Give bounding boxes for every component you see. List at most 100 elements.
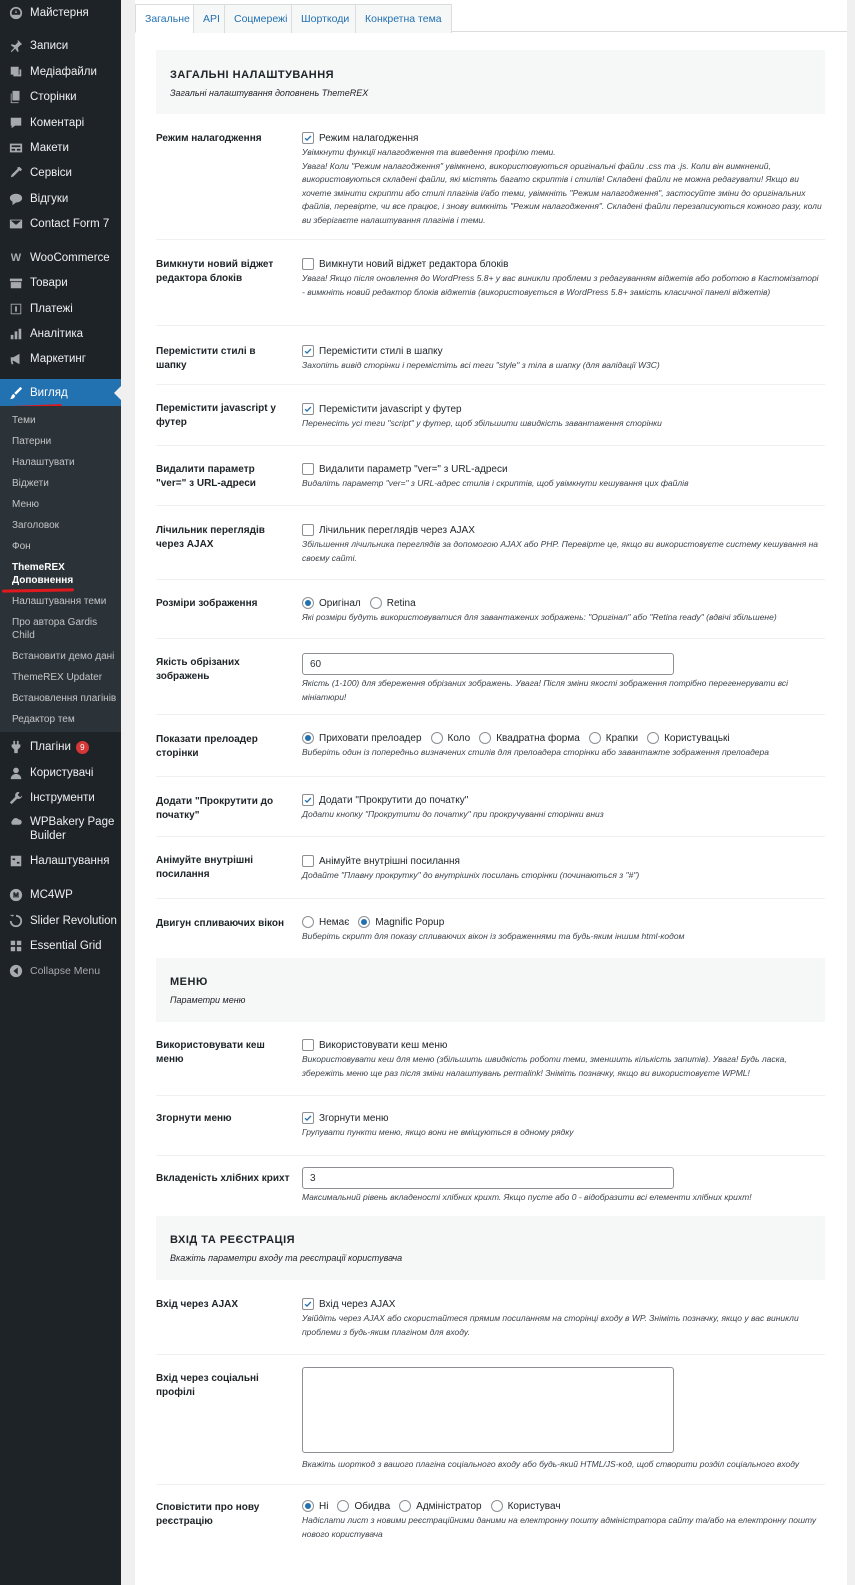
remove-ver-checkbox[interactable]: Видалити параметр "ver=" з URL-адреси: [302, 463, 508, 475]
checkbox-box[interactable]: [302, 1298, 314, 1310]
submenu-item[interactable]: Редактор тем: [12, 713, 117, 726]
radio-notify-both[interactable]: Обидва: [337, 1500, 390, 1512]
checkbox-box[interactable]: [302, 1112, 314, 1124]
animate-anchors-checkbox[interactable]: Анімуйте внутрішні посилання: [302, 855, 460, 867]
move-js-checkbox[interactable]: Перемістити javascript у футер: [302, 403, 462, 415]
scroll-to-top-checkbox[interactable]: Додати "Прокрутити до початку": [302, 794, 468, 806]
tab-general[interactable]: Загальне: [135, 4, 200, 33]
social-login-textarea[interactable]: [302, 1367, 674, 1453]
layouts-icon: [9, 141, 23, 155]
radio-dot[interactable]: [302, 732, 314, 744]
radio-dot[interactable]: [337, 1500, 350, 1512]
tab-shortcodes[interactable]: Шорткоди: [291, 4, 360, 33]
radio-dot[interactable]: [369, 597, 382, 609]
checkbox-box[interactable]: [302, 794, 314, 806]
menu-payments[interactable]: Платежі: [0, 297, 121, 321]
radio-original[interactable]: Оригінал: [302, 597, 361, 609]
checkbox-box[interactable]: [302, 1039, 314, 1051]
debug-mode-checkbox[interactable]: Режим налагодження: [302, 132, 418, 144]
menu-mc4wp[interactable]: MC4WP: [0, 883, 121, 907]
menu-pages[interactable]: Сторінки: [0, 85, 121, 109]
breadcrumbs-depth-input[interactable]: [302, 1167, 674, 1189]
ajax-views-checkbox[interactable]: Лічильник переглядів через AJAX: [302, 524, 475, 536]
menu-analytics[interactable]: Аналітика: [0, 322, 121, 346]
checkbox-box[interactable]: [302, 855, 314, 867]
radio-dot[interactable]: [302, 597, 314, 609]
radio-dot[interactable]: [490, 1500, 503, 1512]
submenu-item[interactable]: Встановити демо дані: [12, 650, 117, 663]
menu-collapse-checkbox[interactable]: Згорнути меню: [302, 1112, 389, 1124]
tab-social[interactable]: Соцмережі: [224, 4, 298, 33]
setting-label: Розміри зображення: [156, 598, 258, 609]
radio-preloader-circle[interactable]: Коло: [430, 732, 470, 744]
image-quality-input[interactable]: [302, 653, 674, 675]
menu-media[interactable]: Медіафайли: [0, 60, 121, 84]
login-ajax-checkbox[interactable]: Вхід через AJAX: [302, 1298, 395, 1310]
radio-popup-none[interactable]: Немає: [302, 916, 349, 928]
media-icon: [9, 65, 23, 79]
menu-users[interactable]: Користувачі: [0, 761, 121, 785]
menu-layouts[interactable]: Макети: [0, 136, 121, 160]
radio-preloader-hide[interactable]: Приховати прелоадер: [302, 732, 422, 744]
submenu-item[interactable]: Патерни: [12, 435, 117, 448]
radio-dot[interactable]: [647, 732, 660, 744]
submenu-item[interactable]: Фон: [12, 540, 117, 553]
submenu-item[interactable]: Теми: [12, 414, 117, 427]
menu-collapse[interactable]: Collapse Menu: [0, 959, 121, 983]
menu-label: Essential Grid: [30, 940, 102, 952]
menu-products[interactable]: Товари: [0, 271, 121, 295]
section-login: ВХІД ТА РЕЄСТРАЦІЯ Вкажіть параметри вхо…: [156, 1216, 825, 1280]
radio-notify-user[interactable]: Користувач: [490, 1500, 561, 1512]
radio-retina[interactable]: Retina: [369, 597, 416, 609]
setting-label: Вкладеність хлібних крихт: [156, 1173, 290, 1184]
radio-popup-magnific[interactable]: Magnific Popup: [358, 916, 444, 928]
radio-dot[interactable]: [358, 916, 371, 928]
radio-dot[interactable]: [479, 732, 492, 744]
menu-woocommerce[interactable]: W WooCommerce: [0, 246, 121, 270]
radio-preloader-custom[interactable]: Користувацькі: [647, 732, 730, 744]
menu-wpbakery[interactable]: WPBakery Page Builder: [0, 813, 121, 845]
checkbox-box[interactable]: [302, 132, 314, 144]
menu-contact-form[interactable]: Contact Form 7: [0, 212, 121, 236]
menu-appearance[interactable]: Вигляд: [0, 379, 121, 407]
menu-plugins[interactable]: Плагіни 9: [0, 735, 121, 759]
menu-testimonials[interactable]: Відгуки: [0, 187, 121, 211]
menu-tools[interactable]: Інструменти: [0, 786, 121, 810]
menu-comments[interactable]: Коментарі: [0, 111, 121, 135]
radio-dot[interactable]: [399, 1500, 412, 1512]
checkbox-box[interactable]: [302, 524, 314, 536]
checkbox-box[interactable]: [302, 345, 314, 357]
submenu-item[interactable]: Про автора Gardis Child: [12, 616, 117, 642]
checkbox-box[interactable]: [302, 258, 314, 270]
checkbox-box[interactable]: [302, 403, 314, 415]
radio-preloader-square[interactable]: Квадратна форма: [479, 732, 580, 744]
radio-notify-admin[interactable]: Адміністратор: [399, 1500, 482, 1512]
menu-essential-grid[interactable]: Essential Grid: [0, 934, 121, 958]
radio-preloader-dots[interactable]: Крапки: [588, 732, 638, 744]
menu-dashboard[interactable]: Майстерня: [0, 1, 121, 25]
menu-services[interactable]: Сервіси: [0, 161, 121, 185]
checkbox-box[interactable]: [302, 463, 314, 475]
radio-dot[interactable]: [430, 732, 443, 744]
submenu-item[interactable]: Заголовок: [12, 519, 117, 532]
submenu-item[interactable]: Меню: [12, 498, 117, 511]
tab-theme-specific[interactable]: Конкретна тема: [355, 4, 452, 33]
menu-marketing[interactable]: Маркетинг: [0, 347, 121, 371]
submenu-item[interactable]: Налаштування теми: [12, 595, 117, 608]
radio-dot[interactable]: [588, 732, 601, 744]
submenu-item[interactable]: Віджети: [12, 477, 117, 490]
radio-dot[interactable]: [302, 916, 314, 928]
disable-block-widgets-checkbox[interactable]: Вимкнути новий віджет редактора блоків: [302, 258, 508, 270]
submenu-item[interactable]: Налаштувати: [12, 456, 117, 469]
move-styles-checkbox[interactable]: Перемістити стилі в шапку: [302, 345, 443, 357]
submenu-item-themerex-addons[interactable]: ThemeREX Доповнення: [12, 561, 82, 587]
menu-label: Сторінки: [30, 91, 77, 103]
submenu-item[interactable]: ThemeREX Updater: [12, 671, 117, 684]
menu-settings[interactable]: Налаштування: [0, 849, 121, 873]
menu-slider-revolution[interactable]: Slider Revolution: [0, 909, 121, 933]
submenu-item[interactable]: Встановлення плагінів: [12, 692, 117, 705]
menu-cache-checkbox[interactable]: Використовувати кеш меню: [302, 1039, 447, 1051]
radio-dot[interactable]: [302, 1500, 314, 1512]
radio-notify-no[interactable]: Ні: [302, 1500, 328, 1512]
menu-posts[interactable]: Записи: [0, 34, 121, 58]
